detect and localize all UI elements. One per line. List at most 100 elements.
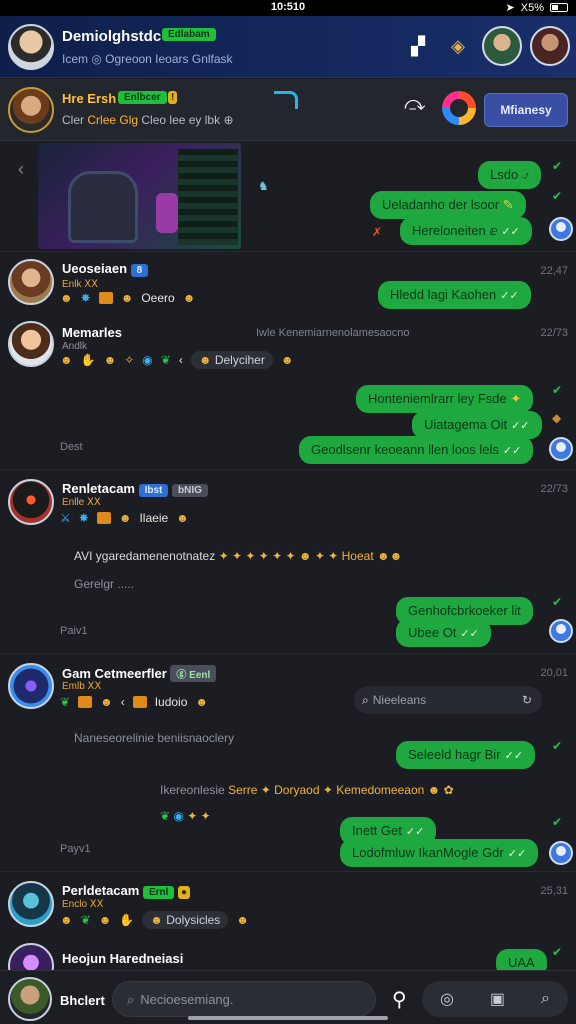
emoji-icon[interactable]: ☻	[183, 291, 196, 305]
shared-image[interactable]	[38, 143, 241, 249]
header-title: Demiolghstdc	[62, 28, 162, 45]
tag-icon[interactable]	[98, 292, 113, 304]
attach-icon: ⊕	[223, 113, 234, 127]
status-ring-icon[interactable]	[442, 91, 476, 125]
sender-avatar[interactable]	[8, 259, 54, 305]
gear-icon[interactable]: ✸	[79, 511, 89, 525]
group-name: Hre Ersh	[62, 91, 117, 106]
emoji-icon[interactable]: ☻	[104, 353, 117, 367]
sender-name: Gam Cetmeerfler ⓖ Eenl	[62, 665, 217, 682]
emoji-icon[interactable]: ☻	[121, 291, 134, 305]
sender-name: Renletacam Ibst bNIG	[62, 481, 208, 497]
sparkle-icon[interactable]: ✧	[124, 353, 134, 367]
header-avatar[interactable]	[8, 24, 54, 70]
emoji-icon[interactable]: ☻	[281, 353, 294, 367]
message-bubble[interactable]: Ubee Ot ✓✓	[396, 619, 491, 647]
sender-name: Ueoseiaen 8	[62, 261, 149, 277]
arrow-icon[interactable]: ‹	[179, 353, 183, 367]
sender-role: Enlk ⅩⅩ	[62, 279, 98, 290]
leaf-icon[interactable]: ❦	[161, 353, 171, 367]
sender-avatar[interactable]	[8, 663, 54, 709]
emoji-icon[interactable]: ☻	[60, 291, 73, 305]
tag-icon[interactable]	[132, 696, 147, 708]
reaction-row: ❦ ☻ ‹ Iudoio ☻	[60, 695, 209, 709]
sender-avatar[interactable]	[8, 881, 54, 927]
system-message: AVI ygaredamenenotnatez ✦ ✦ ✦ ✦ ✦ ✦ ☻ ✦ …	[74, 549, 403, 563]
read-tick-icon: ✔	[552, 739, 563, 753]
arrow-icon[interactable]: ‹	[121, 695, 125, 709]
message-time: 20,01	[540, 667, 568, 679]
read-tick-icon: ✔	[552, 815, 563, 829]
message-bubble[interactable]: Lsdo ⍻	[478, 161, 541, 189]
leaf-icon[interactable]: ❦	[81, 913, 91, 927]
sender-avatar[interactable]	[8, 943, 54, 970]
tag-icon[interactable]	[96, 512, 111, 524]
typing-indicator: Gerelgr .....	[74, 577, 135, 591]
home-indicator	[188, 1016, 388, 1020]
message-bubble[interactable]: Honteniemlrarr ley Fsde ✦	[356, 385, 534, 413]
sender-role: Enlle ⅩⅩ	[62, 497, 101, 508]
status-icons: ➤ X5%	[506, 1, 568, 14]
group-avatar[interactable]	[8, 87, 54, 133]
emoji-icon[interactable]: ☻	[60, 353, 73, 367]
figure-icon: ♞	[258, 179, 269, 193]
read-tick-icon: ✔	[552, 159, 563, 173]
message-bubble[interactable]: Geodlsenr keoeann llen loos lels ✓✓	[299, 436, 534, 464]
system-note: Iwle Kenemiarnenolamesaocno	[256, 327, 410, 339]
message-bubble[interactable]: UAA	[496, 949, 547, 970]
emoji-icon[interactable]: ☻	[176, 511, 189, 525]
group-bar: Hre Ersh Enlbcer ! Cler Crlee Glg Cleo l…	[0, 79, 576, 141]
gear-icon[interactable]: ✸	[81, 291, 91, 305]
reaction-icon: ◆	[552, 411, 562, 425]
sender-avatar[interactable]	[8, 479, 54, 525]
message-bubble[interactable]: Lodofmluw IkanMogle Gdr ✓✓	[340, 839, 539, 867]
message-bubble[interactable]: Hereloneiten ⅇ ✓✓	[400, 217, 532, 245]
message-input[interactable]: ⌕ Necioesemiang.	[112, 981, 376, 1017]
note-icon[interactable]: ⌕	[541, 990, 550, 1008]
sender-role: Enclo ⅩⅩ	[62, 899, 104, 910]
refresh-icon: ↻	[521, 693, 532, 707]
sender-avatar[interactable]	[8, 321, 54, 367]
mute-icon[interactable]: ⤼	[404, 93, 425, 116]
friend-avatar[interactable]	[530, 26, 570, 66]
leaf-icon[interactable]: ❦	[60, 695, 70, 709]
globe-icon[interactable]: ◉	[142, 353, 152, 367]
reader-avatar	[549, 841, 573, 865]
sword-icon[interactable]: ⚔	[60, 511, 71, 525]
emoji-icon[interactable]: ☻	[99, 913, 112, 927]
tag-icon[interactable]	[78, 696, 93, 708]
hand-icon[interactable]: ✋	[81, 353, 96, 367]
read-tick-icon: ✔	[552, 189, 563, 203]
emoji-icon[interactable]: ☻	[100, 695, 113, 709]
system-message: Naneseorelinie beniisnaoclery	[74, 731, 235, 745]
message-bubble[interactable]: Uiatagema Oit ✓✓	[412, 411, 542, 439]
mic-icon[interactable]: ⚲	[392, 987, 407, 1012]
message-bubble[interactable]: Hledd lagi Kaohen ✓✓	[378, 281, 531, 309]
my-avatar[interactable]	[8, 977, 52, 1021]
gamepad-icon[interactable]: ◎	[440, 989, 454, 1009]
message-bubble[interactable]: Seleeld hagr Bir ✓✓	[396, 741, 535, 769]
emoji-icon[interactable]: ☻	[195, 695, 208, 709]
reaction-row: ☻ ✋ ☻ ✧ ◉ ❦ ‹ ☻ Delyciher ☻	[60, 351, 294, 369]
emoji-icon[interactable]: ☻	[60, 913, 73, 927]
friend-avatar[interactable]	[482, 26, 522, 66]
composer-bar: Bhclert ⌕ Necioesemiang. ⚲ ◎ ▣ ⌕	[0, 970, 576, 1024]
emoji-icon[interactable]: ☻	[236, 913, 249, 927]
windows-icon[interactable]: ▞	[402, 30, 434, 62]
emoji-icon[interactable]: ☻	[119, 511, 132, 525]
battery-percent: X5%	[520, 1, 544, 14]
battery-icon	[550, 3, 568, 12]
hand-icon[interactable]: ✋	[119, 913, 134, 927]
read-tick-icon: ✔	[552, 595, 563, 609]
image-icon[interactable]: ▣	[490, 989, 505, 1009]
chat-feed[interactable]: ‹ ♞ Lsdo ⍻ ✔ Ueladanho der lsoor ✎ ✔ ✗ H…	[0, 141, 576, 970]
group-action-button[interactable]: Mfianesy	[484, 93, 568, 127]
search-icon: ⌕	[127, 992, 135, 1007]
message-bubble[interactable]: Ueladanho der lsoor ✎	[370, 191, 526, 219]
sender-name: Memarles	[62, 325, 122, 340]
chevron-left-icon[interactable]: ‹	[18, 159, 24, 180]
cross-icon: ✗	[372, 225, 383, 239]
message-search[interactable]: ⌕ Nieeleans ↻	[354, 686, 542, 714]
ticket-icon[interactable]: ◈	[442, 30, 474, 62]
reaction-row: ☻ ❦ ☻ ✋ ☻ Dolysicles ☻	[60, 911, 249, 929]
